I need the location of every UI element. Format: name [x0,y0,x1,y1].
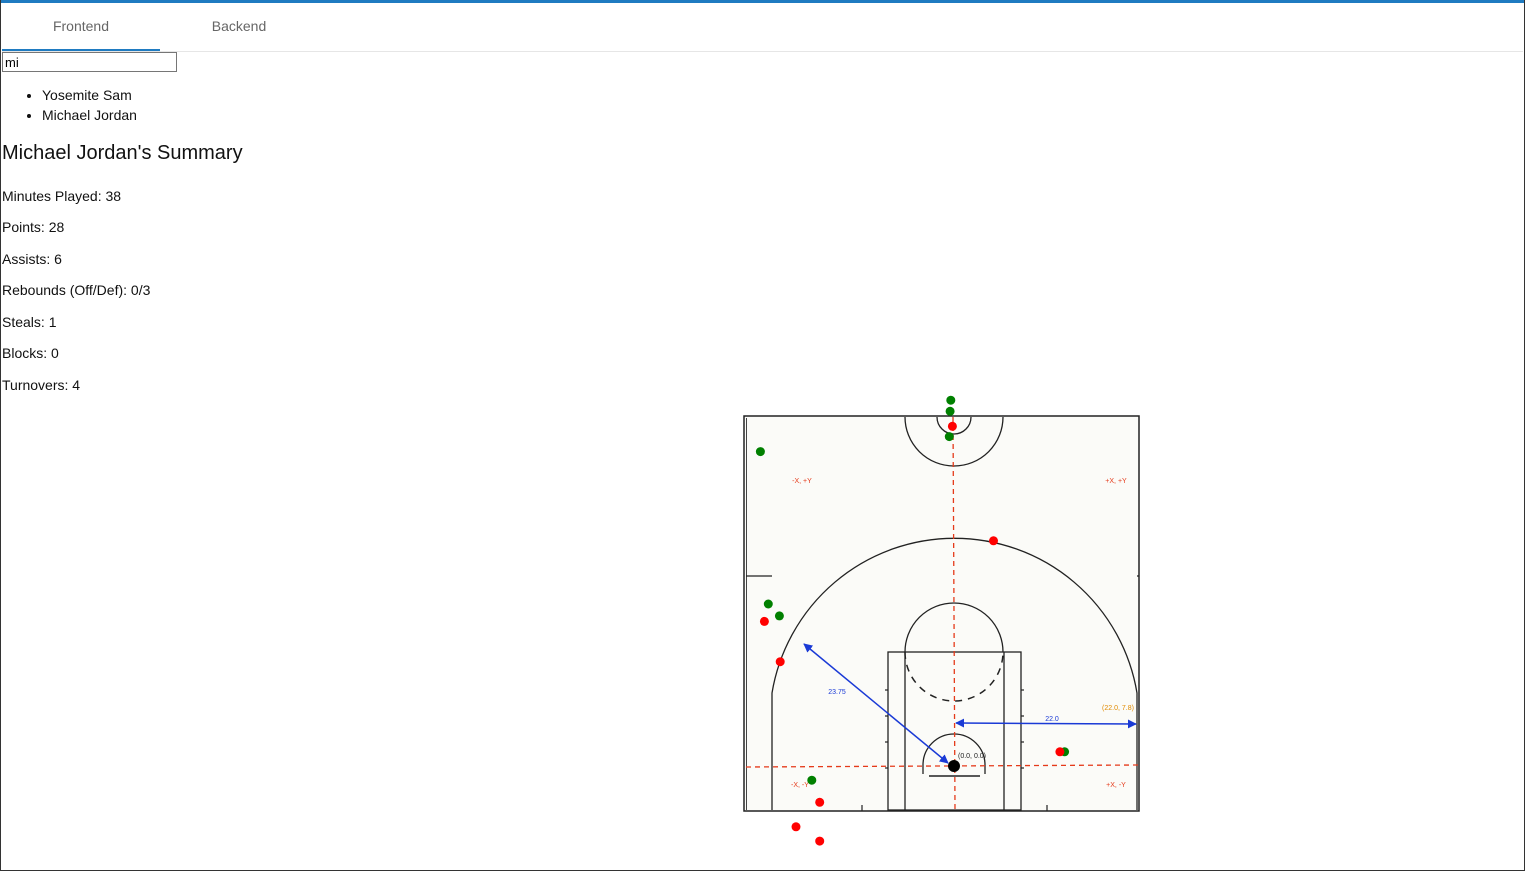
missed-shot-point [791,822,801,832]
made-shot-point [945,406,955,416]
summary-title: Michael Jordan's Summary [2,142,243,164]
stat-minutes: Minutes Played: 38 [2,188,122,204]
missed-shot-point [947,421,957,431]
tab-frontend[interactable]: Frontend [2,3,160,51]
origin-label: (0.0, 0.0) [958,753,986,760]
player-search-input[interactable] [2,52,177,72]
made-shot-point [944,432,954,442]
tab-backend[interactable]: Backend [160,3,318,50]
corner-three-arrow [955,718,1137,729]
made-shot-point [946,395,956,405]
stat-points: Points: 28 [2,219,65,235]
corner-label: (22.0, 7.8) [1102,705,1134,712]
radius-label: 23.75 [828,689,846,696]
result-item[interactable]: Michael Jordan [42,106,137,126]
shot-chart-court: -X, +Y +X, +Y -X, -Y +X, -Y 23.75 22.0 (… [743,395,1140,846]
hoop-origin-marker [948,760,960,772]
tab-bar: Frontend Backend [2,3,1523,52]
quadrant-label: -X, +Y [792,478,812,485]
quadrant-label: +X, -Y [1106,782,1126,789]
stat-assists: Assists: 6 [2,251,62,267]
stat-rebounds: Rebounds (Off/Def): 0/3 [2,282,151,298]
corner-three-label: 22.0 [1045,716,1059,723]
made-shot-point [755,447,765,457]
court-boundary [743,415,1140,812]
missed-shot-point [815,797,825,807]
quadrant-label: -X, -Y [791,782,809,789]
missed-shot-point [989,536,998,546]
made-shot-point [774,611,784,621]
missed-shot-point [759,616,769,626]
stat-blocks: Blocks: 0 [2,345,59,361]
result-item[interactable]: Yosemite Sam [42,86,137,106]
missed-shot-point [1055,747,1065,757]
missed-shot-point [775,657,785,667]
made-shot-point [763,599,773,609]
stat-turnovers: Turnovers: 4 [2,377,81,393]
quadrant-label: +X, +Y [1105,478,1127,485]
missed-shot-point [815,836,825,846]
search-results-list: Yosemite Sam Michael Jordan [22,86,137,126]
stat-steals: Steals: 1 [2,314,57,330]
made-shot-point [807,775,817,785]
